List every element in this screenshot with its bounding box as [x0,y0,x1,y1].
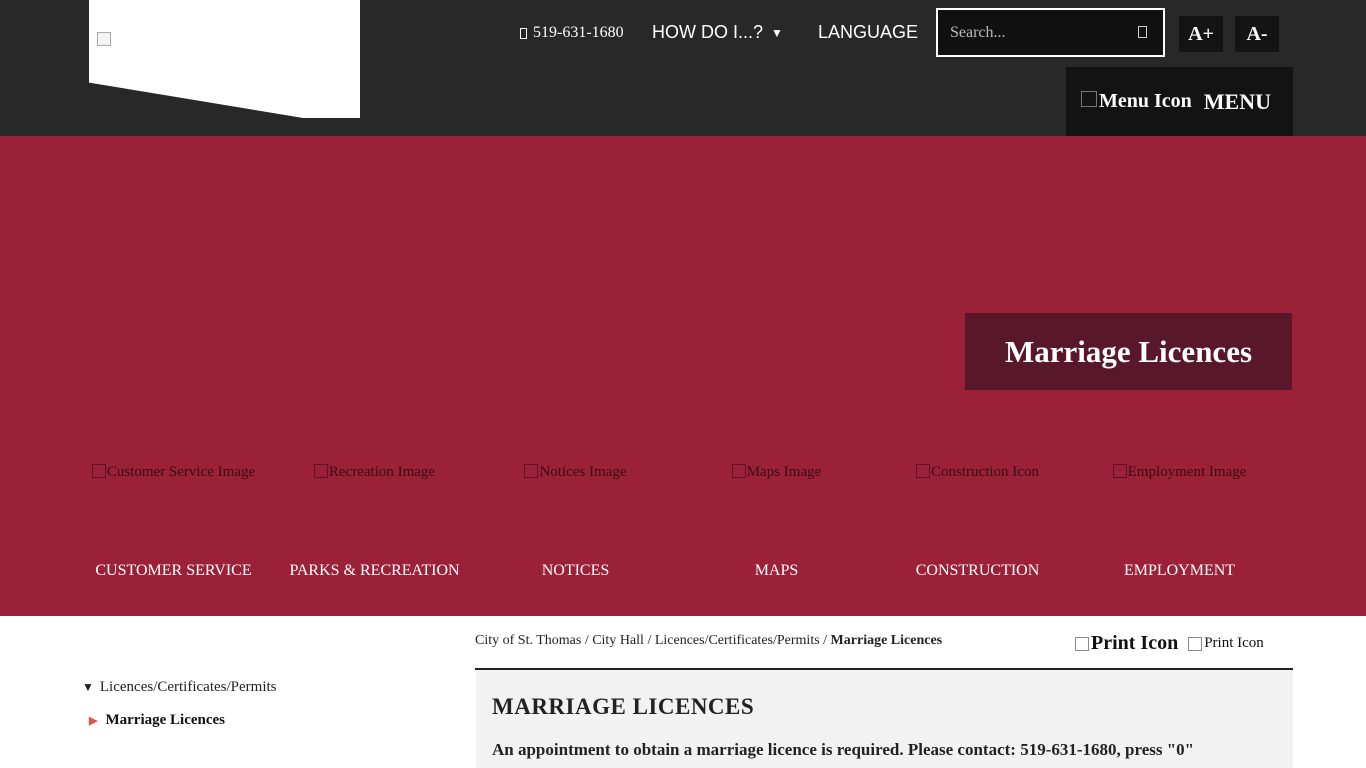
logo[interactable] [89,0,360,118]
content-heading: MARRIAGE LICENCES [492,694,755,719]
phone-link[interactable]: 519-631-1680 [520,24,624,42]
menu-button[interactable]: Menu Icon MENU [1066,67,1293,136]
broken-image-icon [916,464,931,478]
logo-image-icon [97,32,111,46]
breadcrumb-separator: / [647,633,652,648]
page-title: Marriage Licences [965,313,1292,390]
content-intro: An appointment to obtain a marriage lice… [492,740,1195,759]
breadcrumb-separator: / [823,633,828,648]
menu-icon-alt-text: Menu Icon [1099,90,1192,112]
broken-image-icon [524,464,539,478]
breadcrumb-link-home[interactable]: City of St. Thomas [475,633,581,648]
triangle-down-icon: ▼ [82,680,94,694]
font-increase-button[interactable]: A+ [1179,16,1223,52]
search-input[interactable] [948,22,1132,43]
broken-image-icon [91,464,106,478]
customer-service-image-icon: Customer Service Image [73,464,274,481]
broken-image-icon [1112,464,1127,478]
broken-image-icon [313,464,328,478]
employment-image-icon: Employment Image [1079,464,1280,481]
main-content: MARRIAGE LICENCES An appointment to obta… [476,670,1293,768]
quick-link-label: MAPS [754,562,799,579]
broken-image-icon [1188,636,1203,651]
print-alt-text: Print Icon [1091,632,1179,654]
image-alt-text: Construction Icon [931,464,1039,480]
maps-image-icon: Maps Image [676,464,877,481]
breadcrumb-link-licences[interactable]: Licences/Certificates/Permits [655,633,820,648]
image-alt-text: Customer Service Image [106,464,256,480]
broken-image-icon [1081,90,1097,107]
menu-label: MENU [1203,88,1272,114]
broken-image-icon [731,464,746,478]
quick-link-label: NOTICES [541,562,610,579]
menu-icon: Menu Icon [1081,90,1192,113]
how-do-i-dropdown[interactable]: HOW DO I...? ▼ [652,22,783,43]
quick-link-label: EMPLOYMENT [1123,562,1236,579]
notices-image-icon: Notices Image [475,464,676,481]
print-icon[interactable]: Print Icon [1188,635,1264,652]
font-decrease-button[interactable]: A- [1235,16,1279,52]
how-do-i-label: HOW DO I...? [652,22,764,42]
print-alt-text: Print Icon [1204,635,1264,651]
caret-down-icon: ▼ [771,25,783,40]
construction-image-icon: Construction Icon [877,464,1078,481]
breadcrumb-separator: / [584,633,589,648]
image-alt-text: Employment Image [1127,464,1247,480]
quick-link-label: CUSTOMER SERVICE [95,562,252,579]
print-tools: Print Icon Print Icon [1075,632,1264,655]
triangle-right-icon: ▶ [89,715,98,727]
sidebar-item-licences[interactable]: ▼ Licences/Certificates/Permits [82,679,277,696]
search-icon[interactable] [1138,26,1147,38]
image-alt-text: Recreation Image [328,464,436,480]
breadcrumb-link-city-hall[interactable]: City Hall [592,633,644,648]
sidebar-item-label: Marriage Licences [105,712,225,728]
search-box [936,8,1165,57]
image-alt-text: Maps Image [746,464,822,480]
image-alt-text: Notices Image [539,464,627,480]
site-header: 519-631-1680 HOW DO I...? ▼ LANGUAGE A+ … [0,0,1366,136]
quick-link-label: CONSTRUCTION [915,562,1040,579]
phone-icon [520,27,527,39]
sidebar-item-marriage-licences[interactable]: ▶ Marriage Licences [89,712,225,729]
broken-image-icon [1075,636,1089,651]
breadcrumb: City of St. Thomas / City Hall / Licence… [475,632,945,650]
phone-number: 519-631-1680 [533,24,624,41]
breadcrumb-current: Marriage Licences [830,633,943,648]
recreation-image-icon: Recreation Image [274,464,475,481]
quick-link-label: PARKS & RECREATION [289,562,460,579]
language-selector[interactable]: LANGUAGE [818,22,918,43]
print-icon[interactable]: Print Icon [1075,632,1178,655]
hero-banner: Marriage Licences Customer Service Image… [0,136,1366,616]
sidebar-item-label: Licences/Certificates/Permits [99,679,277,695]
